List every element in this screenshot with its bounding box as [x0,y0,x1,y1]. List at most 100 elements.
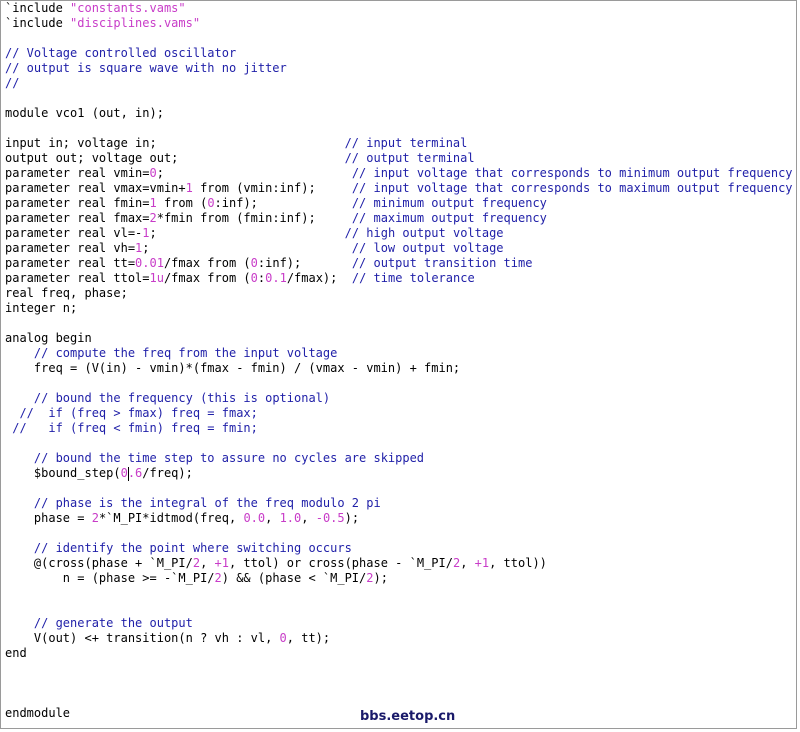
code-line: V(out) <+ transition(n ? vh : vl, 0, tt)… [5,631,793,646]
code-token-plain: from ( [156,196,208,210]
code-token-plain: `include [5,1,71,15]
code-token-plain: module vco1 (out, in); [5,106,164,120]
code-token-number: 0 [207,196,215,210]
code-line: // [5,76,793,91]
code-token-plain: $bound_step( [5,466,121,480]
code-token-plain: real freq, phase; [5,286,128,300]
code-line: parameter real vmin=0; // input voltage … [5,166,793,181]
code-token-comment: // bound the frequency (this is optional… [33,391,331,405]
code-token-plain: , [301,511,316,525]
code-line: output out; voltage out; // output termi… [5,151,793,166]
code-line: parameter real vmax=vmin+1 from (vmin:in… [5,181,793,196]
code-token-plain: parameter real vl=- [5,226,143,240]
code-token-plain: , [460,556,475,570]
code-token-number: 0 [250,271,258,285]
code-token-comment: // maximum output frequency [351,211,547,225]
code-token-number: 0.01 [135,256,164,270]
code-token-plain: parameter real tt= [5,256,136,270]
code-line: input in; voltage in; // input terminal [5,136,793,151]
code-token-plain: V(out) <+ transition(n ? vh : vl, [5,631,280,645]
code-line: // output is square wave with no jitter [5,61,793,76]
code-token-plain: parameter real vh= [5,241,136,255]
code-line: n = (phase >= -`M_PI/2) && (phase < `M_P… [5,571,793,586]
code-line: phase = 2*`M_PI*idtmod(freq, 0.0, 1.0, -… [5,511,793,526]
code-line: parameter real fmax=2*fmin from (fmin:in… [5,211,793,226]
code-token-plain: /fmax); [286,271,352,285]
code-token-number: 0 [250,256,258,270]
code-line: parameter real fmin=1 from (0:inf); // m… [5,196,793,211]
code-token-comment: // output is square wave with no jitter [5,61,287,75]
code-token-string: "disciplines.vams" [70,16,201,30]
code-line: // if (freq < fmin) freq = fmin; [5,421,793,436]
code-line: parameter real tt=0.01/fmax from (0:inf)… [5,256,793,271]
code-token-plain: ; [149,226,345,240]
code-token-plain: end [5,646,27,660]
code-token-number: 0.6 [120,466,143,480]
code-token-number: 2 [192,556,201,570]
code-token-number: 2 [91,511,99,525]
code-line: module vco1 (out, in); [5,106,793,121]
code-token-plain: , tt); [286,631,331,645]
code-line: integer n; [5,301,793,316]
code-token-comment: // identify the point where switching oc… [33,541,352,555]
code-token-plain: *`M_PI*idtmod(freq, [98,511,244,525]
code-token-comment: // bound the time step to assure no cycl… [33,451,425,465]
code-token-number: 2 [214,571,222,585]
code-line: `include "disciplines.vams" [5,16,793,31]
code-token-plain: integer n; [5,301,78,315]
code-token-comment: // high output voltage [344,226,504,240]
code-token-number: 0 [279,631,287,645]
code-token-string: "constants.vams" [70,1,186,15]
code-text-area[interactable]: `include "constants.vams" `include "disci… [5,1,793,721]
code-line: real freq, phase; [5,286,793,301]
code-token-number: +1 [214,556,229,570]
code-token-plain: , [265,511,280,525]
code-line: // bound the time step to assure no cycl… [5,451,793,466]
code-token-plain: ; [142,241,352,255]
code-token-number: 1 [185,181,193,195]
code-token-plain: from (vmin:inf); [192,181,352,195]
code-token-comment: // phase is the integral of the freq mod… [33,496,381,510]
code-token-plain: parameter real fmin= [5,196,150,210]
code-token-plain: analog begin [5,331,92,345]
code-token-plain: freq = (V(in) - vmin)*(fmax - fmin) / (v… [5,361,461,375]
code-token-plain: endmodule [5,706,71,720]
code-token-comment: // low output voltage [351,241,504,255]
code-token-number: 1 [142,226,150,240]
code-token-plain: ) && (phase < `M_PI/ [221,571,367,585]
code-token-plain: output out; voltage out; [5,151,345,165]
code-token-plain: /freq); [142,466,193,480]
code-editor[interactable]: `include "constants.vams" `include "disci… [0,0,797,729]
code-token-plain: ; [156,166,352,180]
code-token-number: 1 [149,196,157,210]
code-token-plain: ); [344,511,360,525]
watermark: bbs.eetop.cn [360,709,456,724]
code-line: // if (freq > fmax) freq = fmax; [5,406,793,421]
code-token-number: 1.0 [279,511,302,525]
code-token-comment: // if (freq > fmax) freq = fmax; [19,406,258,420]
text-caret [127,467,129,481]
code-token-comment: // output terminal [344,151,475,165]
code-line: end [5,646,793,661]
code-token-plain: input in; voltage in; [5,136,345,150]
code-token-number: 2 [149,211,157,225]
code-token-comment: // if (freq < fmin) freq = fmin; [12,421,258,435]
code-line: // phase is the integral of the freq mod… [5,496,793,511]
code-line: // compute the freq from the input volta… [5,346,793,361]
code-token-plain: , [200,556,215,570]
code-line: // identify the point where switching oc… [5,541,793,556]
code-line: $bound_step(0.6/freq); [5,466,793,481]
code-token-comment: // input terminal [344,136,468,150]
